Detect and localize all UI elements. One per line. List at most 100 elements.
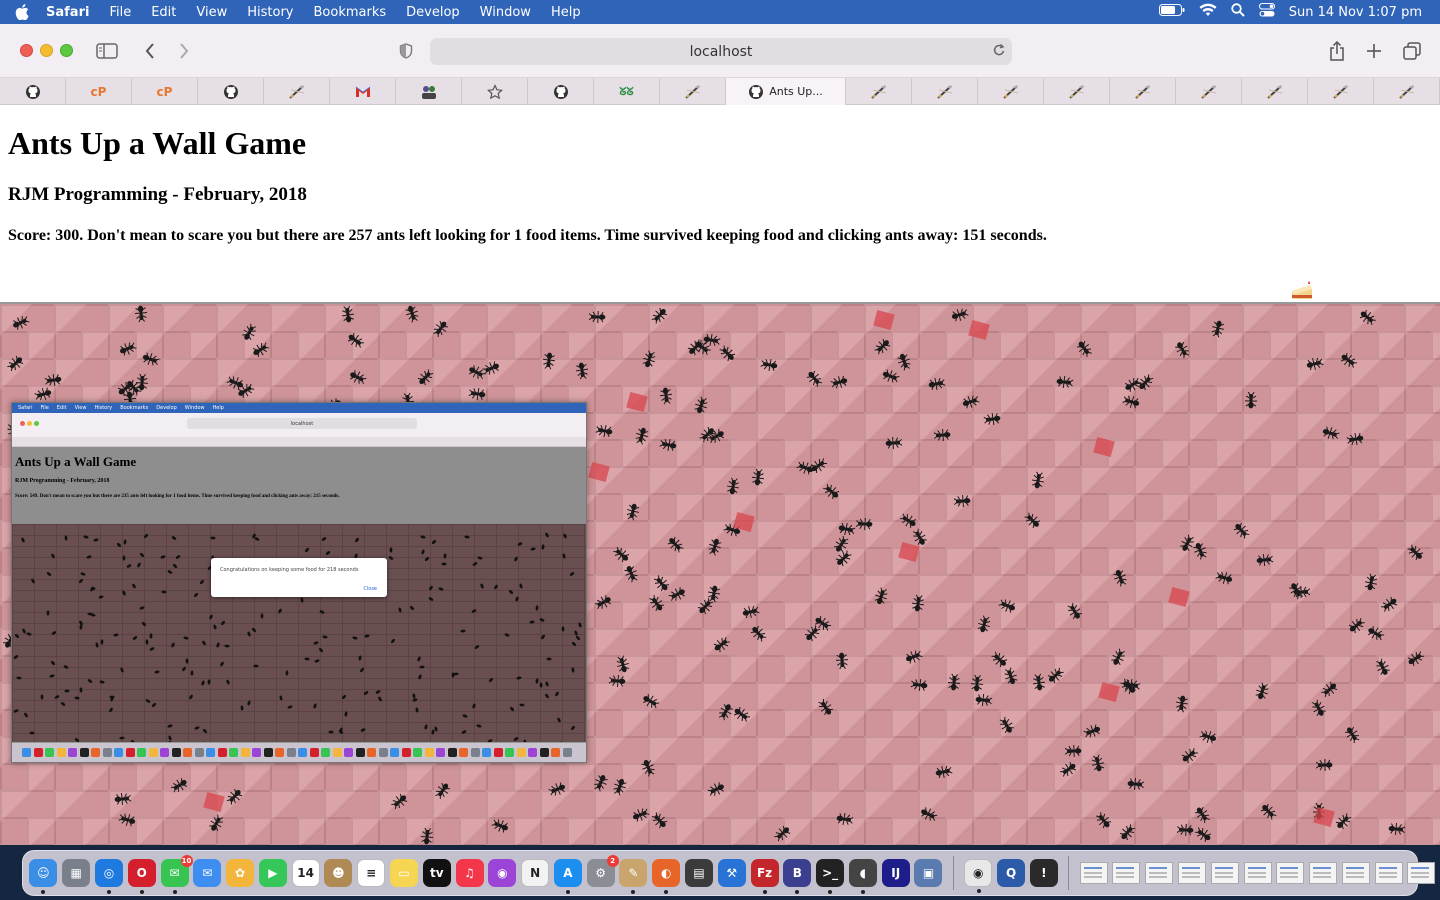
ant-icon[interactable] [1232, 521, 1250, 540]
ant-icon[interactable] [705, 584, 723, 603]
ant-icon[interactable] [418, 827, 436, 845]
ant-icon[interactable] [657, 386, 675, 405]
tab-14[interactable] [978, 78, 1044, 105]
safari-icon[interactable]: ◎ [94, 859, 123, 894]
minimized-window-thumbnail[interactable] [1276, 862, 1305, 884]
ant-icon[interactable] [1406, 544, 1425, 562]
ant-icon[interactable] [881, 367, 900, 385]
ant-icon[interactable] [639, 758, 657, 777]
elephant-icon[interactable]: ◖ [848, 859, 877, 894]
ant-icon[interactable] [588, 308, 607, 326]
ant-icon[interactable] [919, 805, 938, 823]
ant-icon[interactable] [1095, 812, 1113, 830]
menu-develop[interactable]: Develop [396, 5, 470, 20]
menu-file[interactable]: File [99, 5, 141, 20]
calculator-icon[interactable]: ▤ [685, 859, 714, 887]
calendar-icon[interactable]: 14 [291, 859, 320, 887]
ant-icon[interactable] [1381, 595, 1399, 613]
tab-19[interactable] [1308, 78, 1374, 105]
ant-icon[interactable] [910, 676, 929, 694]
ant-icon[interactable] [904, 648, 924, 666]
ant-icon[interactable] [118, 340, 137, 358]
ant-icon[interactable] [1193, 805, 1211, 823]
ant-icon[interactable] [874, 337, 892, 355]
ant-icon[interactable] [998, 597, 1017, 615]
ant-icon[interactable] [1046, 667, 1064, 685]
ant-icon[interactable] [1346, 430, 1365, 448]
warning-log-icon[interactable]: ! [1029, 859, 1058, 887]
ant-icon[interactable] [141, 350, 160, 368]
ant-icon[interactable] [1075, 339, 1093, 358]
news-icon[interactable]: N [521, 859, 550, 887]
ant-icon[interactable] [1253, 682, 1271, 701]
ant-icon[interactable] [968, 674, 986, 693]
minimized-window-thumbnail[interactable] [1210, 862, 1239, 884]
ant-icon[interactable] [749, 624, 767, 643]
ant-icon[interactable] [1059, 760, 1078, 778]
ant-icon[interactable] [1358, 308, 1377, 326]
ant-icon[interactable] [749, 468, 767, 487]
appstore-icon[interactable]: A [553, 859, 582, 894]
ant-icon[interactable] [1126, 775, 1145, 793]
ant-icon[interactable] [348, 368, 367, 386]
ant-icon[interactable] [1083, 722, 1102, 740]
tab-13[interactable] [912, 78, 978, 105]
ant-icon[interactable] [1362, 573, 1380, 592]
ant-icon[interactable] [809, 457, 827, 475]
tab-2[interactable]: cP [132, 78, 198, 105]
ant-icon[interactable] [1310, 699, 1328, 718]
tab-18[interactable] [1242, 78, 1308, 105]
ant-icon[interactable] [7, 354, 25, 372]
tab-5[interactable] [330, 78, 396, 105]
ant-icon[interactable] [594, 593, 613, 611]
ant-icon[interactable] [651, 306, 669, 324]
ant-icon[interactable] [1055, 373, 1074, 391]
ant-icon[interactable] [741, 603, 760, 621]
ant-icon[interactable] [991, 651, 1009, 669]
system-preferences-icon[interactable]: ⚙ 2 [586, 855, 619, 887]
ant-icon[interactable] [1305, 355, 1324, 373]
ant-icon[interactable] [640, 350, 658, 369]
forward-chevron-icon[interactable] [172, 39, 196, 63]
menu-safari[interactable]: Safari [44, 5, 99, 20]
apple-icon[interactable] [0, 4, 44, 20]
ant-icon[interactable] [817, 698, 835, 717]
ant-icon[interactable] [983, 410, 1002, 428]
ant-icon[interactable] [491, 817, 510, 835]
ant-icon[interactable] [1321, 680, 1339, 698]
ant-icon[interactable] [1343, 725, 1361, 744]
ant-icon[interactable] [434, 781, 452, 799]
ant-icon[interactable] [641, 692, 660, 710]
ant-icon[interactable] [611, 777, 629, 796]
control-center-icon[interactable] [1258, 3, 1275, 21]
ant-icon[interactable] [872, 587, 890, 606]
launchpad-icon[interactable]: ▦ [62, 859, 91, 887]
tab-active[interactable]: Ants Up... [726, 78, 846, 105]
ant-icon[interactable] [1255, 551, 1274, 569]
paint-icon[interactable]: ✎ [619, 859, 648, 894]
ant-icon[interactable] [707, 780, 726, 798]
minimized-window-thumbnail[interactable] [1112, 862, 1141, 884]
ant-icon[interactable] [834, 550, 852, 568]
chrome-icon[interactable]: ◉ [964, 859, 993, 893]
tab-17[interactable] [1176, 78, 1242, 105]
battery-icon[interactable] [1158, 4, 1185, 20]
ant-icon[interactable] [805, 369, 823, 387]
tab-10[interactable] [660, 78, 726, 105]
ant-icon[interactable] [608, 672, 627, 690]
ant-icon[interactable] [1176, 821, 1195, 839]
ant-icon[interactable] [974, 691, 993, 709]
ant-icon[interactable] [712, 636, 730, 654]
ant-icon[interactable] [823, 483, 841, 501]
ant-icon[interactable] [612, 546, 631, 564]
ant-icon[interactable] [547, 780, 567, 798]
ant-icon[interactable] [1066, 603, 1084, 621]
menu-help[interactable]: Help [541, 5, 591, 20]
zoom-window-button[interactable] [60, 44, 73, 57]
tab-20[interactable] [1374, 78, 1440, 105]
ant-icon[interactable] [132, 304, 150, 323]
ant-icon[interactable] [950, 306, 969, 324]
quicktime-icon[interactable]: Q [997, 859, 1026, 887]
ant-icon[interactable] [339, 305, 357, 324]
ant-icon[interactable] [833, 651, 851, 670]
